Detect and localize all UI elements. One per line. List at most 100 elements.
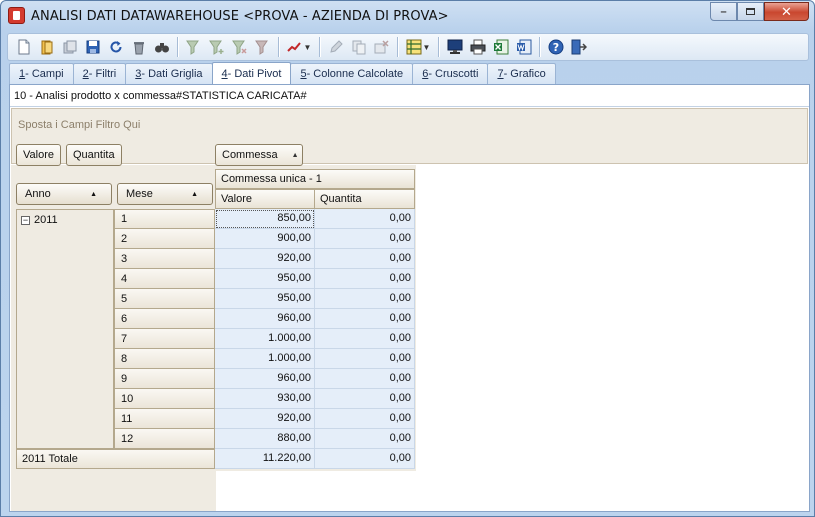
cell-valore[interactable]: 1.000,00 [215, 329, 315, 349]
filter-remove-button[interactable] [228, 36, 251, 58]
refresh-icon [110, 41, 121, 53]
edit-button[interactable] [324, 36, 347, 58]
monitor-icon [447, 39, 462, 54]
close-button[interactable]: ✕ [764, 2, 809, 21]
row-mese[interactable]: 12 [114, 429, 215, 449]
cell-quantita[interactable]: 0,00 [315, 349, 415, 369]
row-field-mese[interactable]: Mese ▲ [117, 183, 213, 205]
save-as-button[interactable] [58, 36, 81, 58]
help-button[interactable]: ? [544, 36, 567, 58]
row-mese[interactable]: 8 [114, 349, 215, 369]
cell-quantita[interactable]: 0,00 [315, 409, 415, 429]
save-icon [86, 40, 99, 54]
tab-grafico[interactable]: 7 - Grafico [487, 63, 556, 84]
export-word-button[interactable] [512, 36, 535, 58]
cell-valore[interactable]: 920,00 [215, 409, 315, 429]
filter-add-icon [208, 40, 223, 55]
monitor-button[interactable] [443, 36, 466, 58]
toolbar-separator [539, 37, 540, 57]
column-header-valore[interactable]: Valore [215, 189, 315, 209]
print-button[interactable] [466, 36, 489, 58]
svg-text:?: ? [552, 41, 558, 54]
cell-quantita[interactable]: 0,00 [315, 389, 415, 409]
row-mese[interactable]: 4 [114, 269, 215, 289]
chart-button[interactable]: ▼ [283, 36, 315, 58]
minimize-button[interactable]: – [710, 2, 737, 21]
cell-quantita[interactable]: 0,00 [315, 329, 415, 349]
cell-quantita[interactable]: 0,00 [315, 429, 415, 449]
cell-valore[interactable]: 930,00 [215, 389, 315, 409]
tab-colonne-calcolate[interactable]: 5 - Colonne Calcolate [290, 63, 414, 84]
cell-quantita[interactable]: 0,00 [315, 209, 415, 229]
filter-remove-icon [231, 40, 247, 55]
exit-icon [571, 39, 587, 55]
save-button[interactable] [81, 36, 104, 58]
column-field-commessa[interactable]: Commessa ▲ [215, 144, 303, 166]
filter-drop-zone[interactable]: Sposta i Campi Filtro Qui [11, 108, 808, 164]
row-field-anno[interactable]: Anno ▲ [16, 183, 112, 205]
export-excel-button[interactable] [489, 36, 512, 58]
filter-clear-button[interactable] [251, 36, 274, 58]
tab-dati-pivot[interactable]: 4 - Dati Pivot [211, 62, 292, 84]
total-quantita[interactable]: 0,00 [315, 449, 415, 469]
cell-quantita[interactable]: 0,00 [315, 249, 415, 269]
delete-icon [133, 42, 144, 55]
row-anno-2011[interactable]: − 2011 [16, 209, 114, 449]
column-group-header[interactable]: Commessa unica - 1 [215, 169, 415, 189]
tab-campi[interactable]: 1 - Campi [9, 63, 74, 84]
row-mese[interactable]: 11 [114, 409, 215, 429]
cancel-icon [374, 40, 389, 54]
tab-filtri[interactable]: 2 - Filtri [72, 63, 127, 84]
pivot-panel: 10 - Analisi prodotto x commessa#STATIST… [9, 84, 810, 512]
delete-button[interactable] [127, 36, 150, 58]
cell-valore[interactable]: 960,00 [215, 309, 315, 329]
row-mese[interactable]: 1 [114, 209, 215, 229]
total-valore[interactable]: 11.220,00 [215, 449, 315, 469]
new-button[interactable] [12, 36, 35, 58]
column-header-quantita[interactable]: Quantita [314, 189, 415, 209]
copy-button[interactable] [347, 36, 370, 58]
cell-valore[interactable]: 960,00 [215, 369, 315, 389]
filter-add-button[interactable] [205, 36, 228, 58]
find-button[interactable] [150, 36, 173, 58]
toolbar: ▼ ▼ ? [7, 33, 809, 61]
cell-valore[interactable]: 850,00 [215, 209, 315, 229]
filter-clear-icon [254, 40, 268, 55]
cell-valore[interactable]: 880,00 [215, 429, 315, 449]
cell-quantita[interactable]: 0,00 [315, 309, 415, 329]
app-icon[interactable] [8, 7, 25, 24]
cell-quantita[interactable]: 0,00 [315, 229, 415, 249]
cell-valore[interactable]: 950,00 [215, 289, 315, 309]
cancel-button[interactable] [370, 36, 393, 58]
cell-valore[interactable]: 900,00 [215, 229, 315, 249]
data-field-quantita[interactable]: Quantita [66, 144, 122, 166]
cell-quantita[interactable]: 0,00 [315, 289, 415, 309]
cell-quantita[interactable]: 0,00 [315, 269, 415, 289]
maximize-icon [746, 8, 755, 15]
data-field-valore[interactable]: Valore [16, 144, 61, 166]
row-mese[interactable]: 10 [114, 389, 215, 409]
app-window: ANALISI DATI DATAWAREHOUSE <PROVA - AZIE… [0, 0, 815, 517]
sort-asc-icon: ▲ [291, 151, 299, 159]
collapse-icon[interactable]: − [21, 216, 30, 225]
row-mese[interactable]: 2 [114, 229, 215, 249]
tab-cruscotti[interactable]: 6 - Cruscotti [412, 63, 489, 84]
row-mese[interactable]: 9 [114, 369, 215, 389]
layout-icon [406, 39, 422, 55]
cell-valore[interactable]: 920,00 [215, 249, 315, 269]
maximize-button[interactable] [737, 2, 764, 21]
row-mese[interactable]: 3 [114, 249, 215, 269]
filter-button[interactable] [182, 36, 205, 58]
row-mese[interactable]: 7 [114, 329, 215, 349]
row-mese[interactable]: 6 [114, 309, 215, 329]
cell-quantita[interactable]: 0,00 [315, 369, 415, 389]
cell-valore[interactable]: 1.000,00 [215, 349, 315, 369]
cell-valore[interactable]: 950,00 [215, 269, 315, 289]
tab-dati-griglia[interactable]: 3 - Dati Griglia [125, 63, 213, 84]
row-mese[interactable]: 5 [114, 289, 215, 309]
exit-button[interactable] [567, 36, 590, 58]
refresh-button[interactable] [104, 36, 127, 58]
open-button[interactable] [35, 36, 58, 58]
layout-button[interactable]: ▼ [402, 36, 434, 58]
title-bar[interactable]: ANALISI DATI DATAWAREHOUSE <PROVA - AZIE… [1, 1, 814, 31]
